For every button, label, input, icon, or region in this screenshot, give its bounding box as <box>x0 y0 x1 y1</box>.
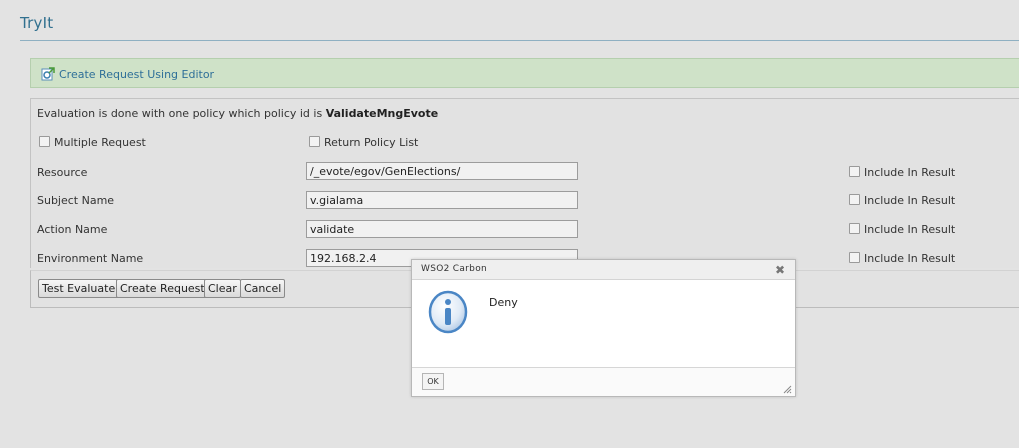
environment-include-option[interactable]: Include In Result <box>849 252 955 265</box>
return-policy-list-label: Return Policy List <box>324 136 419 149</box>
test-evaluate-button[interactable]: Test Evaluate <box>38 279 120 298</box>
return-policy-list-option[interactable]: Return Policy List <box>309 136 418 149</box>
title-divider <box>20 40 1019 41</box>
dialog-title: WSO2 Carbon <box>421 264 488 274</box>
policy-id: ValidateMngEvote <box>325 107 439 120</box>
resource-include-label: Include In Result <box>864 166 956 179</box>
dialog-footer: OK <box>412 367 795 396</box>
multiple-request-option[interactable]: Multiple Request <box>39 136 146 149</box>
subject-include-label: Include In Result <box>864 194 956 207</box>
close-icon[interactable]: ✖ <box>775 263 785 277</box>
request-form-panel: Evaluation is done with one policy which… <box>30 98 1019 268</box>
dialog-message: Deny <box>489 296 518 309</box>
policy-info-prefix: Evaluation is done with one policy which… <box>37 107 326 120</box>
page-title: TryIt <box>20 14 54 32</box>
resource-include-checkbox[interactable] <box>849 166 860 177</box>
ok-button[interactable]: OK <box>422 373 444 390</box>
resource-label: Resource <box>37 166 88 179</box>
return-policy-list-checkbox[interactable] <box>309 136 320 147</box>
action-include-checkbox[interactable] <box>849 223 860 234</box>
environment-include-checkbox[interactable] <box>849 252 860 263</box>
subject-name-label: Subject Name <box>37 194 115 207</box>
multiple-request-checkbox[interactable] <box>39 136 50 147</box>
action-include-label: Include In Result <box>864 223 956 236</box>
edit-request-icon <box>41 67 55 81</box>
environment-include-label: Include In Result <box>864 252 956 265</box>
action-name-input[interactable] <box>306 220 578 238</box>
action-include-option[interactable]: Include In Result <box>849 223 955 236</box>
resource-input[interactable] <box>306 162 578 180</box>
action-name-label: Action Name <box>37 223 108 236</box>
editor-link-label: Create Request Using Editor <box>59 67 215 81</box>
policy-info-text: Evaluation is done with one policy which… <box>37 107 438 120</box>
cancel-button[interactable]: Cancel <box>240 279 286 298</box>
resource-include-option[interactable]: Include In Result <box>849 166 955 179</box>
result-dialog: WSO2 Carbon ✖ Deny OK <box>411 259 796 397</box>
subject-include-option[interactable]: Include In Result <box>849 194 955 207</box>
subject-name-input[interactable] <box>306 191 578 209</box>
create-request-editor-link[interactable]: Create Request Using Editor <box>41 67 214 81</box>
environment-name-label: Environment Name <box>37 252 144 265</box>
resize-grip-icon[interactable] <box>783 384 792 394</box>
dialog-titlebar[interactable]: WSO2 Carbon ✖ <box>412 260 795 280</box>
info-icon <box>428 290 468 334</box>
create-request-button[interactable]: Create Request <box>116 279 209 298</box>
multiple-request-label: Multiple Request <box>54 136 146 149</box>
subject-include-checkbox[interactable] <box>849 194 860 205</box>
clear-button[interactable]: Clear <box>204 279 241 298</box>
editor-bar: Create Request Using Editor <box>30 58 1019 88</box>
